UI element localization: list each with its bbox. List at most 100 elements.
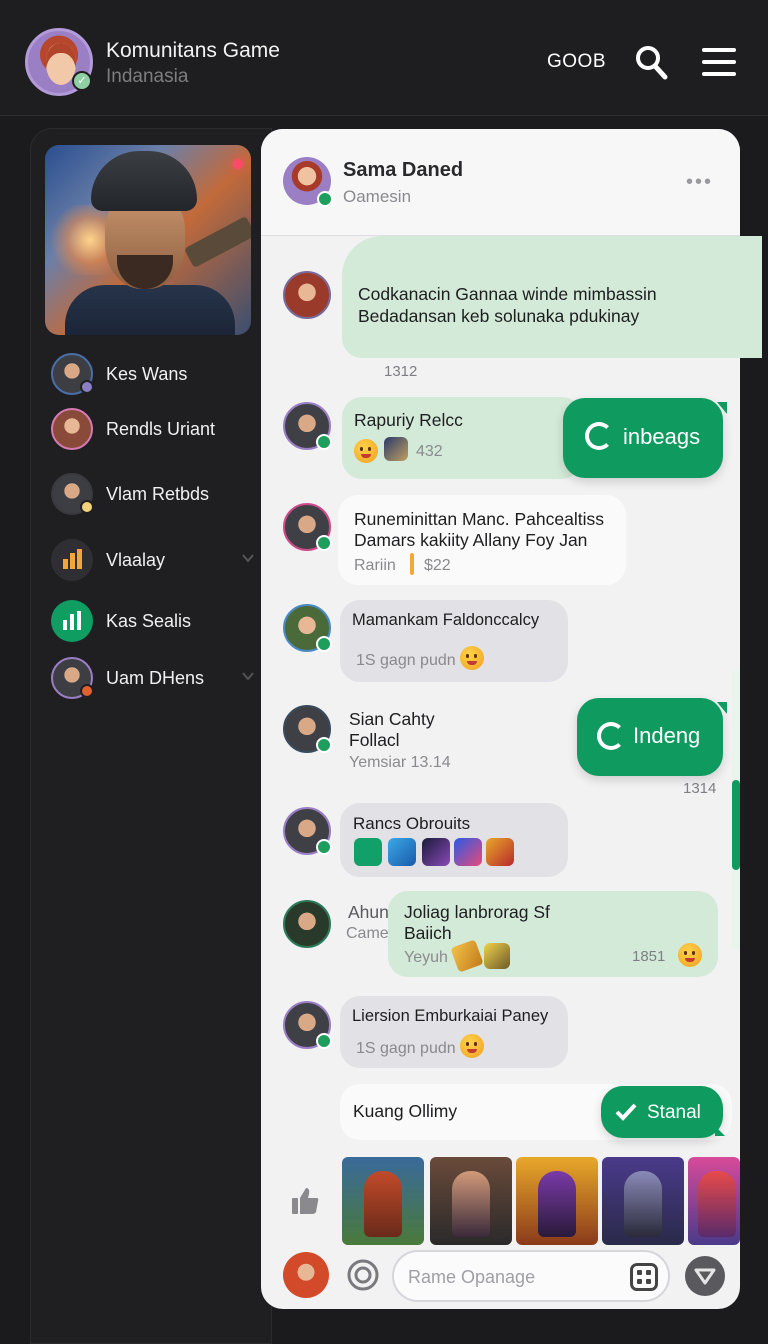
message-time: 1314 [683,780,717,797]
chat-header: Sama Daned Oamesin ••• [261,129,740,236]
chart-icon [51,600,93,642]
contact-avatar[interactable] [283,157,333,207]
featured-game-banner[interactable] [45,145,251,335]
sender-avatar[interactable] [283,503,332,551]
message-count: 432 [416,443,443,460]
search-icon[interactable] [634,44,668,80]
game-icon [384,437,408,461]
emoji-icon [460,646,484,670]
brawler-thumbnail[interactable] [688,1157,740,1245]
menu-icon[interactable] [702,48,736,78]
message-title: Kuang Ollimy [353,1101,458,1121]
message-text: Follacl [349,730,400,750]
sidebar-item-label: Uam DHens [106,668,205,688]
avatar [51,408,93,450]
message-meta: Rariin [354,557,396,574]
more-options-icon[interactable]: ••• [686,171,713,194]
knight-thumbnail[interactable] [602,1157,684,1245]
sender-avatar[interactable] [283,402,332,450]
message-text: Bedadansan keb solunaka pdukinay [358,306,640,326]
message-time: 1312 [384,363,418,380]
message-bubble[interactable]: Liersion Emburkaiai Paney 1S gagn pudn [340,996,568,1068]
inbeags-action-button[interactable]: inbeags [563,398,727,478]
sidebar-item-rendls-uriant[interactable]: Rendls Uriant [51,408,257,452]
message-text: Joliag lanbrorag Sf [404,902,550,922]
sidebar-item-label: Kes Wans [106,364,188,384]
message-text: Runeminittan Manc. Pahcealtiss [354,509,604,529]
sidebar-item-kas-sealis[interactable]: Kas Sealis [51,600,257,644]
community-subtitle: Indanasia [106,66,189,87]
sender-avatar[interactable] [283,1001,332,1049]
refresh-icon [585,422,613,450]
message-title: Rancs Obrouits [353,814,471,833]
stanal-action-button[interactable]: Stanal [601,1086,725,1138]
chevron-down-icon[interactable] [241,551,255,565]
game-icon-3 [422,838,450,866]
game-icon-4 [454,838,482,866]
message-title: Liersion Emburkaiai Paney [352,1007,549,1025]
sidebar-item-label: Vlam Retbds [106,484,210,504]
assassin-thumbnail[interactable] [430,1157,512,1245]
emoji-icon [354,439,378,463]
my-avatar[interactable] [283,1252,329,1298]
message-time: 1851 [632,948,666,965]
message-title: Rapuriy Relcc [354,410,463,430]
sticker-grid-icon[interactable] [630,1263,658,1291]
marker-icon [410,553,414,575]
game-icon-1 [354,838,382,866]
sidebar: Kes Wans Rendls Uriant Vlam Retbds Vlaal… [30,128,272,1344]
message-price: $22 [424,557,451,574]
message-subtext: 1S gagn pudn [356,1040,456,1057]
sender-avatar[interactable] [283,604,332,652]
contact-status: Oamesin [343,187,412,206]
sender-avatar[interactable] [283,705,332,753]
header-code-link[interactable]: GOOB [547,51,606,73]
check-icon [615,1103,637,1121]
message-subtext: Yeyuh [404,949,448,966]
message-bubble[interactable]: Codkanacin Gannaa winde mimbassin Bedada… [342,236,762,358]
chevron-down-icon[interactable] [241,669,255,683]
bar-chart-icon [51,539,93,581]
crest-icon [484,943,510,969]
send-icon[interactable] [684,1255,726,1297]
message-subtext: Yemsiar 13.14 [349,754,451,771]
message-text: Damars kakiity Allany Foy Jan [354,530,588,550]
sidebar-item-label: Vlaalay [106,550,166,570]
sender-avatar[interactable] [283,807,332,855]
sidebar-item-label: Kas Sealis [106,611,192,631]
thumbs-up-icon[interactable] [290,1186,320,1216]
sidebar-item-vlaalay[interactable]: Vlaalay [51,539,257,583]
sender-avatar[interactable] [283,271,331,319]
mage-thumbnail[interactable] [516,1157,598,1245]
emoji-icon [460,1034,484,1058]
sender-avatar[interactable] [283,900,331,948]
message-input[interactable] [408,1263,618,1291]
message-text: Sian Cahty [349,709,435,729]
message-bubble[interactable]: Rapuriy Relcc 432 [342,397,582,479]
indeng-action-button[interactable]: Indeng [577,698,727,776]
sidebar-item-kes-wans[interactable]: Kes Wans [51,353,257,397]
warrior-thumbnail[interactable] [342,1157,424,1245]
avatar [51,473,94,515]
community-title: Komunitans Game [106,39,280,62]
game-icon-2 [388,838,416,866]
game-icon-5 [486,838,514,866]
community-avatar[interactable]: ✓ [25,28,93,96]
online-badge-icon: ✓ [72,71,92,91]
sword-icon [450,939,484,973]
contact-name: Sama Daned [343,159,464,181]
message-bubble[interactable]: Joliag lanbrorag Sf Baiich Yeyuh 1851 [388,891,718,977]
message-subtext: 1S gagn pudn [356,652,456,669]
message-bubble[interactable]: Rancs Obrouits [340,803,568,877]
avatar [51,657,94,699]
sidebar-item-vlam-retbds[interactable]: Vlam Retbds [51,473,257,517]
sidebar-item-uam-dhens[interactable]: Uam DHens [51,657,257,701]
message-bubble[interactable]: Runeminittan Manc. Pahcealtiss Damars ka… [338,495,626,585]
top-bar: ✓ Komunitans Game Indanasia GOOB [0,0,768,116]
message-bubble[interactable]: Mamankam Faldonccalcy 1S gagn pudn [340,600,568,682]
message-composer [392,1250,670,1302]
message-text: Codkanacin Gannaa winde mimbassin [358,284,657,304]
scrollbar[interactable] [732,670,740,950]
message-text: Baiich [404,923,452,943]
camera-icon[interactable] [346,1258,380,1292]
